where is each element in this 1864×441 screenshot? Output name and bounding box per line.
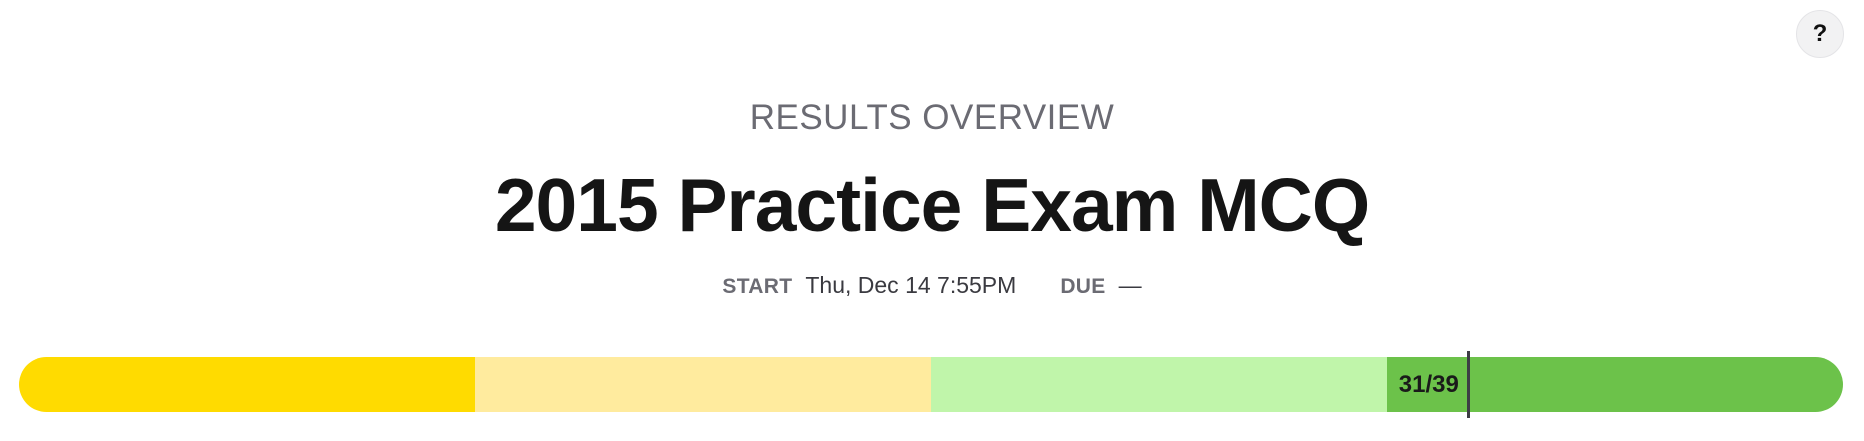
dates-row: START Thu, Dec 14 7:55PM DUE —: [0, 272, 1864, 298]
page-title: 2015 Practice Exam MCQ: [494, 163, 1370, 247]
score-bar-band-2: [475, 357, 931, 412]
score-bar-band-3: [931, 357, 1387, 412]
help-button[interactable]: ?: [1796, 10, 1844, 58]
score-bar: [19, 357, 1843, 412]
due-value: —: [1118, 272, 1142, 298]
score-label: 31/39: [1398, 370, 1459, 398]
start-label: START: [722, 275, 793, 298]
help-icon: ?: [1812, 20, 1828, 47]
page-overline: RESULTS OVERVIEW: [749, 98, 1115, 137]
score-marker: [1467, 351, 1471, 418]
score-bar-band-1: [19, 357, 475, 412]
due-label: DUE: [1060, 275, 1106, 298]
results-overview-page: ? RESULTS OVERVIEW 2015 Practice Exam MC…: [0, 0, 1864, 441]
start-value: Thu, Dec 14 7:55PM: [805, 272, 1017, 298]
